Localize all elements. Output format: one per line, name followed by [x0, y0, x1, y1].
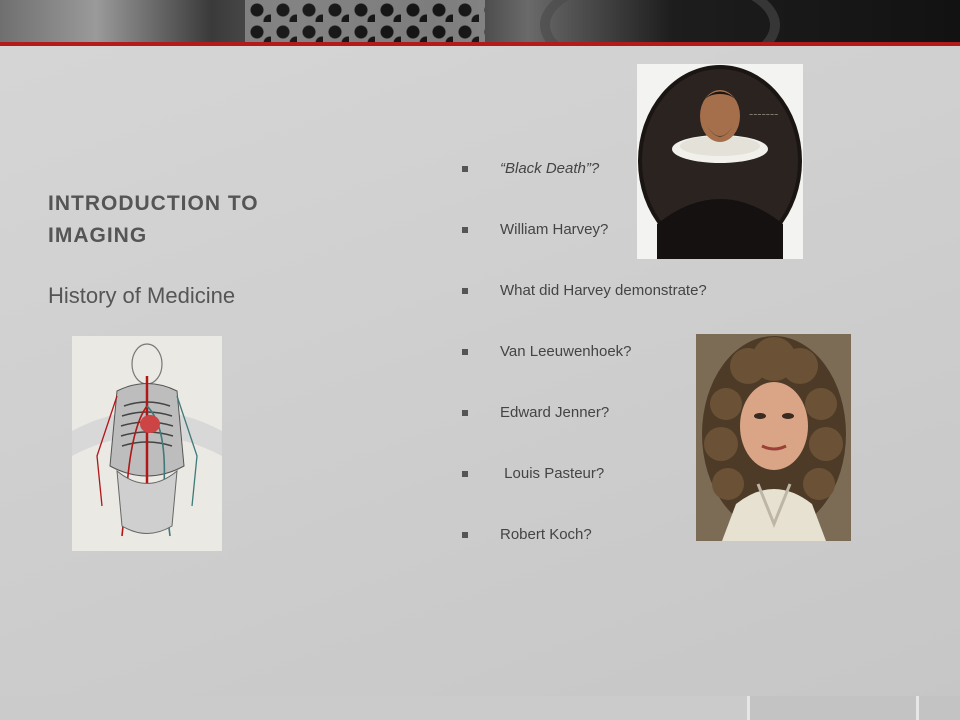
footer-bar [0, 696, 960, 720]
header-banner [0, 0, 960, 42]
anatomy-image [72, 336, 222, 551]
bullet-marker [462, 166, 468, 172]
slide-subtitle: History of Medicine [48, 283, 236, 308]
harvey-portrait-image: ~~~~~~~ [637, 64, 803, 259]
harvey-portrait: ~~~~~~~ [637, 64, 803, 259]
bullet-marker [462, 288, 468, 294]
bullet-item: What did Harvey demonstrate? [462, 282, 707, 343]
accent-divider [0, 42, 960, 46]
footer-divider [747, 696, 750, 720]
bullet-marker [462, 532, 468, 538]
bullet-item: Louis Pasteur? [462, 465, 707, 526]
anatomy-illustration [72, 336, 222, 551]
bullet-marker [462, 410, 468, 416]
bullet-text: “Black Death”? [500, 160, 600, 177]
footer-segment [0, 696, 747, 720]
bullet-text: Van Leeuwenhoek? [500, 343, 632, 360]
bullet-text: Louis Pasteur? [500, 465, 605, 482]
bullet-marker [462, 471, 468, 477]
bullet-item: Robert Koch? [462, 526, 707, 587]
tire-graphic [540, 0, 780, 42]
grille-texture [245, 0, 485, 42]
bullet-item: Van Leeuwenhoek? [462, 343, 707, 404]
bullet-text: Edward Jenner? [500, 404, 610, 421]
svg-text:~~~~~~~: ~~~~~~~ [749, 112, 778, 118]
bullet-text: William Harvey? [500, 221, 609, 238]
footer-divider [916, 696, 919, 720]
leeuwenhoek-portrait [696, 334, 851, 541]
bullet-item: Edward Jenner? [462, 404, 707, 465]
bullet-marker [462, 227, 468, 233]
bullet-marker [462, 349, 468, 355]
bullet-text: What did Harvey demonstrate? [500, 282, 707, 299]
slide-title: INTRODUCTION TO IMAGING [48, 192, 259, 247]
bullet-text: Robert Koch? [500, 526, 592, 543]
leeuwenhoek-portrait-image [696, 334, 851, 541]
